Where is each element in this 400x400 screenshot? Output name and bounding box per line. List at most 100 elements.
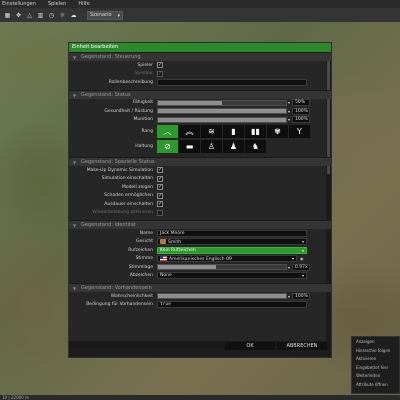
check-label: Wiederbelebung aktivieren — [92, 210, 153, 216]
slider-fill — [158, 265, 216, 270]
row-modell-zeigen: Modell zeigen ✓ — [69, 183, 331, 192]
section-title: Gegenstand: Vorhandensein — [81, 285, 152, 291]
scale-icon[interactable]: ▥ — [37, 12, 44, 19]
schaden-checkbox[interactable]: ✓ — [157, 192, 163, 199]
bedingung-input[interactable]: true — [157, 301, 307, 309]
stimmlage-slider[interactable] — [157, 264, 287, 271]
us-flag-icon — [160, 256, 167, 262]
row-munition: Munition ▾ 100% — [69, 116, 331, 125]
section-title: Gegenstand: Steuerung — [81, 54, 141, 60]
stimme-dropdown[interactable]: Amerikanisches Englisch 09 ▾ — [157, 255, 297, 263]
grid-icon[interactable]: ▦ — [4, 12, 11, 19]
row-faehigkeit: Fähigkeit ▾ 50% — [69, 99, 331, 108]
spin-icon[interactable]: ▾ — [288, 100, 290, 105]
spieler-checkbox[interactable]: ✓ — [157, 62, 163, 69]
row-spieler: Spieler ✓ — [69, 61, 331, 70]
colonel-icon[interactable]: Y — [289, 125, 310, 138]
rotate-icon[interactable]: △ — [26, 12, 33, 19]
face-icon — [160, 239, 166, 245]
row-rang: Rang ︿ ︽ ≋ ▮ ▮▮ ✾ Y — [69, 124, 331, 139]
context-item-attribute[interactable]: Attribute öffnen — [352, 381, 399, 390]
check-label: Make-Up Dynamic Simulation — [86, 167, 153, 173]
gesicht-dropdown[interactable]: Smith ▾ — [157, 238, 307, 246]
ausdauer-checkbox[interactable]: ✓ — [157, 201, 163, 208]
row-stimmlage: Stimmlage ▾ 0.97x — [69, 263, 331, 272]
auto-icon[interactable]: ♞ — [245, 140, 266, 153]
wahrscheinlichkeit-slider[interactable] — [157, 293, 287, 300]
check-label: Ausdauer einschalten — [104, 201, 153, 207]
row-wahrscheinlichkeit: Wahrscheinlichkeit ▾ 100% — [69, 292, 331, 301]
lieutenant-icon[interactable]: ▮ — [223, 125, 244, 138]
context-item-weiterleiten[interactable]: Weiterleiten — [352, 372, 399, 381]
private-icon[interactable]: ︿ — [157, 125, 178, 138]
major-icon[interactable]: ✾ — [267, 125, 288, 138]
menu-item-einstellungen[interactable]: Einstellungen — [2, 1, 36, 7]
context-item-eingebettet[interactable]: Eingebettet hier — [352, 364, 399, 373]
make-up-checkbox[interactable]: ✓ — [157, 167, 163, 174]
dialog-footer: OK ABBRECHEN — [69, 341, 331, 350]
section-spezielle-header[interactable]: ▼ Gegenstand: Spezielle Status — [69, 157, 331, 166]
row-rollenbeschreibung: Rollenbeschreibung — [69, 78, 331, 87]
row-bedingung: Bedingung für Vorhandensein true — [69, 301, 331, 310]
cancel-button[interactable]: ABBRECHEN — [277, 341, 327, 350]
row-ausdauer: Ausdauer einschalten ✓ — [69, 200, 331, 209]
play-voice-icon[interactable]: ◉ — [300, 256, 304, 261]
clock-icon[interactable]: ◷ — [48, 12, 55, 19]
dialog-body: ▼ Gegenstand: Steuerung Spieler ✓ Spielb… — [69, 52, 331, 350]
faehigkeit-value[interactable]: 50% — [292, 99, 311, 107]
spielbar-checkbox[interactable]: ✓ — [157, 70, 163, 77]
section-identitaet-header[interactable]: ▼ Gegenstand: Identität — [69, 220, 331, 229]
section-status-header[interactable]: ▼ Gegenstand: Status — [69, 89, 331, 99]
row-abzeichen: Abzeichen None ▾ — [69, 272, 331, 281]
ok-button[interactable]: OK — [225, 341, 275, 350]
wiederbelebung-checkbox[interactable] — [157, 209, 163, 216]
section-vorhandensein-header[interactable]: ▼ Gegenstand: Vorhandensein — [69, 283, 331, 292]
edit-unit-dialog: Einheit bearbeiten ▼ Gegenstand: Steueru… — [68, 42, 332, 358]
name-label: Name — [139, 230, 153, 236]
gesundheit-value[interactable]: 100% — [292, 107, 311, 115]
munition-value[interactable]: 100% — [292, 116, 311, 124]
context-item-aktivieren[interactable]: Aktivieren — [352, 355, 399, 364]
gesundheit-slider[interactable] — [157, 108, 287, 115]
row-spielbar: Spielbar ✓ — [69, 70, 331, 79]
spin-icon[interactable]: ▾ — [288, 265, 290, 270]
abzeichen-label: Abzeichen — [129, 273, 153, 279]
sergeant-icon[interactable]: ≋ — [201, 125, 222, 138]
menu-item-spielen[interactable]: Spielen — [48, 1, 66, 7]
spin-icon[interactable]: ▾ — [288, 294, 290, 299]
move-icon[interactable]: ✥ — [15, 12, 22, 19]
corporal-icon[interactable]: ︽ — [179, 125, 200, 138]
rufzeichen-dropdown[interactable]: Kein Rufzeichen ▾ — [157, 246, 307, 254]
name-input[interactable]: Jack Moore — [157, 229, 307, 237]
crouch-icon[interactable]: ♙ — [201, 140, 222, 153]
mode-select[interactable]: Szenario ▾ — [87, 10, 123, 20]
sun-icon[interactable]: ☼ — [59, 12, 66, 19]
menu-item-hilfe[interactable]: Hilfe — [78, 1, 89, 7]
none-icon[interactable]: ⊘ — [157, 140, 178, 153]
munition-slider[interactable] — [157, 116, 287, 123]
context-item-hierarchie[interactable]: Hierarchie folgen — [352, 347, 399, 356]
check-label: Simulation einschalten — [101, 176, 153, 182]
stimmlage-label: Stimmlage — [128, 264, 153, 270]
spin-icon[interactable]: ▾ — [288, 117, 290, 122]
check-label: Modell zeigen — [121, 184, 153, 190]
row-rufzeichen: Rufzeichen Kein Rufzeichen ▾ — [69, 246, 331, 255]
simulation-checkbox[interactable]: ✓ — [157, 175, 163, 182]
toolbar: ▦ ✥ △ ▥ ◷ ☼ ☁ Szenario ▾ — [0, 8, 400, 22]
wahrscheinlichkeit-value[interactable]: 100% — [292, 292, 311, 300]
abzeichen-dropdown[interactable]: None ▾ — [157, 272, 307, 280]
spezielle-list: Make-Up Dynamic Simulation ✓ Simulation … — [69, 166, 331, 217]
stand-icon[interactable]: ♟ — [223, 140, 244, 153]
stimmlage-value[interactable]: 0.97x — [292, 263, 311, 271]
captain-icon[interactable]: ▮▮ — [245, 125, 266, 138]
section-title: Gegenstand: Identität — [81, 222, 136, 228]
weather-icon[interactable]: ☁ — [70, 12, 77, 19]
modell-checkbox[interactable]: ✓ — [157, 184, 163, 191]
faehigkeit-slider[interactable] — [157, 99, 287, 106]
rollenbeschreibung-input[interactable] — [157, 78, 307, 86]
row-stimme: Stimme Amerikanisches Englisch 09 ▾ ◉ — [69, 255, 331, 264]
section-steuerung-header[interactable]: ▼ Gegenstand: Steuerung — [69, 52, 331, 61]
prone-icon[interactable]: ▬ — [179, 140, 200, 153]
context-item-anzeigen[interactable]: Anzeigen — [352, 338, 399, 347]
spin-icon[interactable]: ▾ — [288, 109, 290, 114]
